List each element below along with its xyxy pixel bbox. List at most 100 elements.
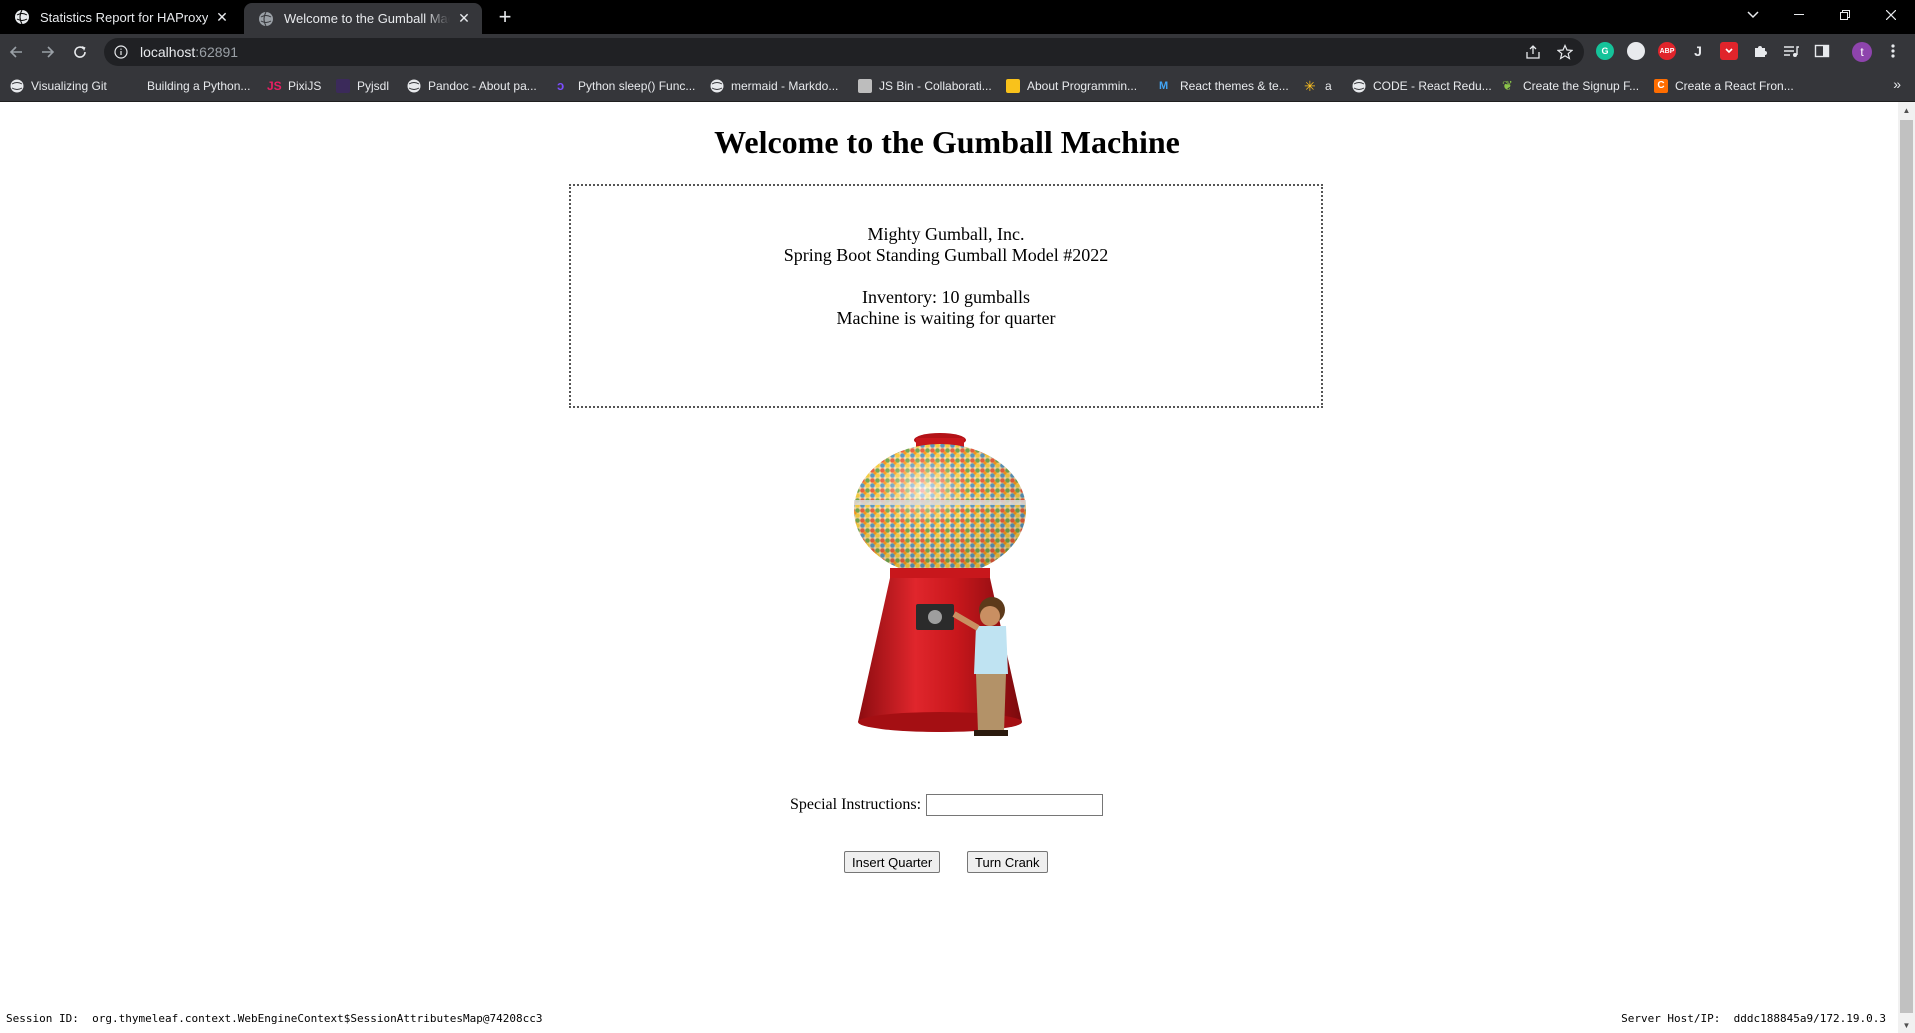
jsbin-icon: [858, 79, 872, 93]
globe-icon: [407, 79, 421, 93]
bookmark-item[interactable]: About Programmin...: [1006, 76, 1137, 96]
bookmark-label: a: [1325, 79, 1332, 93]
gumball-machine-image: [854, 433, 1026, 736]
kebab-menu-icon[interactable]: [1884, 42, 1902, 60]
bookmark-item[interactable]: Visualizing Git: [10, 76, 107, 96]
bookmark-label: Create the Signup F...: [1523, 79, 1640, 93]
bookmark-item[interactable]: M React themes & te...: [1159, 76, 1289, 96]
url-port: :62891: [195, 44, 239, 60]
bookmark-item[interactable]: mermaid - Markdo...: [710, 76, 838, 96]
bookmark-label: mermaid - Markdo...: [731, 79, 839, 93]
reload-icon[interactable]: [68, 40, 92, 64]
python-icon: [126, 79, 140, 93]
bookmark-label: React themes & te...: [1180, 79, 1289, 93]
minimize-icon[interactable]: [1776, 0, 1822, 30]
restore-icon[interactable]: [1822, 0, 1868, 30]
react-icon: M: [1159, 80, 1169, 92]
special-instructions-label: Special Instructions:: [790, 796, 922, 813]
bookmark-item[interactable]: ↄ Python sleep() Func...: [557, 76, 695, 96]
pyjsdl-icon: [336, 79, 350, 93]
model-name: Spring Boot Standing Gumball Model #2022: [783, 245, 1109, 265]
media-control-icon[interactable]: [1782, 42, 1800, 60]
scroll-down-icon[interactable]: ▼: [1898, 1017, 1915, 1033]
special-instructions-row: Special Instructions:: [790, 794, 1104, 816]
tab-strip: Statistics Report for HAProxy ✕ Welcome …: [0, 0, 1915, 34]
pixijs-icon: JS: [267, 79, 282, 93]
bookmark-item[interactable]: ✳ a: [1304, 76, 1332, 96]
python-icon: ↄ: [557, 78, 565, 93]
new-tab-button[interactable]: +: [494, 6, 516, 28]
url-host: localhost: [140, 44, 196, 60]
bookmark-item[interactable]: Pyjsdl: [336, 76, 389, 96]
globe-icon: [10, 79, 24, 93]
adblock-plus-icon[interactable]: ABP: [1658, 42, 1676, 60]
page-title: Welcome to the Gumball Machine: [714, 124, 1180, 160]
bookmark-label: About Programmin...: [1027, 79, 1138, 93]
bookmark-item[interactable]: JS Bin - Collaborati...: [858, 76, 992, 96]
server-label: Server Host/IP:: [1621, 1012, 1721, 1025]
tab-title: Welcome to the Gumball Machine: [284, 11, 450, 26]
close-window-icon[interactable]: [1868, 0, 1914, 30]
tab-haproxy[interactable]: Statistics Report for HAProxy ✕: [0, 0, 240, 34]
close-tab-icon[interactable]: ✕: [214, 9, 230, 25]
globe-icon: [710, 79, 724, 93]
back-icon[interactable]: [4, 40, 28, 64]
forward-icon[interactable]: [36, 40, 60, 64]
bookmarks-bar: Visualizing Git Building a Python... JS …: [0, 70, 1915, 102]
bookmark-label: Visualizing Git: [31, 79, 107, 93]
insert-quarter-button[interactable]: Insert Quarter: [844, 851, 941, 873]
bookmark-label: JS Bin - Collaborati...: [879, 79, 992, 93]
bookmark-item[interactable]: C Create a React Fron...: [1654, 76, 1794, 96]
messenger-icon[interactable]: [1627, 42, 1645, 60]
special-instructions-input[interactable]: [926, 794, 1104, 816]
close-tab-icon[interactable]: ✕: [456, 10, 472, 27]
bookmark-label: PixiJS: [288, 79, 322, 93]
tab-search-icon[interactable]: [1730, 0, 1776, 30]
session-value: org.thymeleaf.context.WebEngineContext$S…: [92, 1012, 543, 1025]
side-panel-icon[interactable]: [1813, 42, 1831, 60]
vertical-scrollbar[interactable]: ▲ ▼: [1898, 102, 1915, 1033]
globe-icon: [259, 11, 273, 26]
bookmark-label: Create a React Fron...: [1675, 79, 1794, 93]
globe-icon: [1352, 79, 1366, 93]
leaf-icon: ❦: [1502, 78, 1513, 93]
scroll-up-icon[interactable]: ▲: [1898, 102, 1915, 118]
bookmark-item[interactable]: ❦ Create the Signup F...: [1502, 76, 1639, 96]
inventory-text: Inventory: 10 gumballs: [862, 287, 1030, 307]
more-bookmarks-icon[interactable]: »: [1893, 76, 1901, 92]
tab-title: Statistics Report for HAProxy: [40, 9, 208, 25]
bookmark-item[interactable]: CODE - React Redu...: [1352, 76, 1492, 96]
folder-icon: [1006, 79, 1020, 93]
jira-icon[interactable]: J: [1689, 42, 1707, 60]
bookmark-star-icon[interactable]: [1555, 42, 1575, 62]
bookmark-item[interactable]: JS PixiJS: [267, 76, 321, 96]
session-label: Session ID:: [6, 1012, 79, 1025]
bookmark-label: Pyjsdl: [357, 79, 390, 93]
tab-gumball[interactable]: Welcome to the Gumball Machine ✕: [244, 3, 482, 34]
grammarly-icon[interactable]: G: [1596, 42, 1614, 60]
scroll-thumb[interactable]: [1900, 120, 1913, 1013]
bookmark-label: Pandoc - About pa...: [428, 79, 537, 93]
server-info: Server Host/IP: dddc188845a9/172.19.0.3: [1621, 1012, 1886, 1025]
session-info: Session ID: org.thymeleaf.context.WebEng…: [6, 1012, 542, 1025]
bookmark-item[interactable]: Pandoc - About pa...: [407, 76, 537, 96]
address-bar[interactable]: localhost:62891: [104, 38, 1584, 66]
machine-info-box: Mighty Gumball, Inc. Spring Boot Standin…: [569, 184, 1323, 408]
bookmark-item[interactable]: Building a Python...: [126, 76, 250, 96]
page-content: Welcome to the Gumball Machine Mighty Gu…: [0, 102, 1898, 1033]
site-info-icon[interactable]: [114, 45, 128, 59]
profile-avatar[interactable]: t: [1852, 42, 1872, 62]
company-name: Mighty Gumball, Inc.: [867, 224, 1025, 244]
extensions-puzzle-icon[interactable]: [1751, 42, 1769, 60]
pocket-icon[interactable]: [1720, 42, 1738, 60]
bookmark-label: Python sleep() Func...: [578, 79, 696, 93]
bookmark-label: CODE - React Redu...: [1373, 79, 1492, 93]
turn-crank-button[interactable]: Turn Crank: [967, 851, 1048, 873]
walmart-icon: ✳: [1304, 78, 1316, 94]
machine-state-text: Machine is waiting for quarter: [836, 308, 1056, 328]
share-icon[interactable]: [1523, 42, 1543, 62]
server-value: dddc188845a9/172.19.0.3: [1733, 1012, 1886, 1025]
globe-icon: [15, 9, 29, 25]
codecademy-icon: C: [1654, 79, 1668, 93]
bookmark-label: Building a Python...: [147, 79, 251, 93]
